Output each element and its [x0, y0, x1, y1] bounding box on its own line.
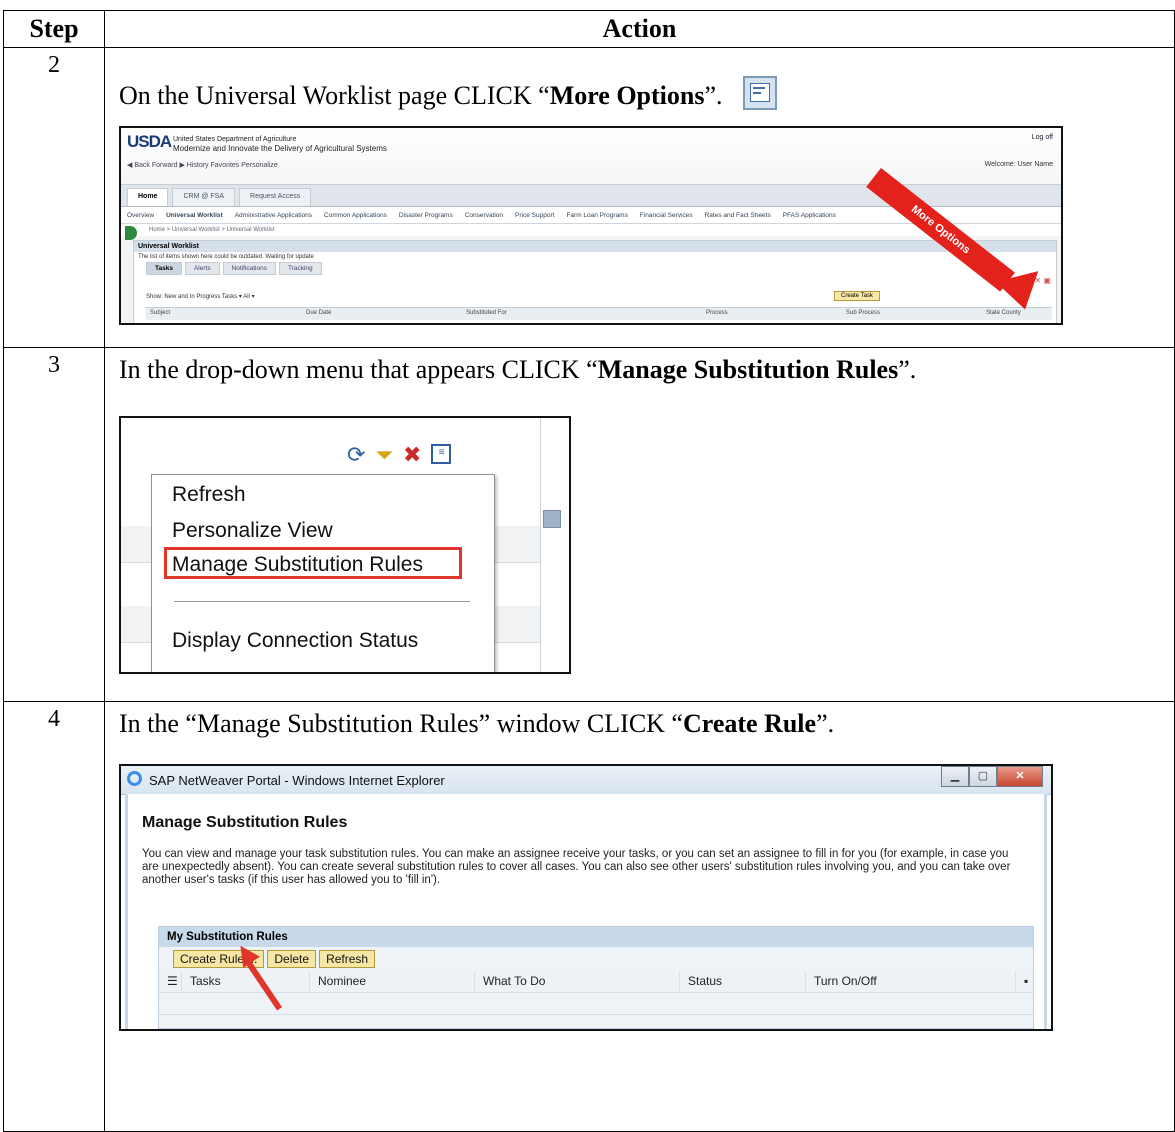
dropdown-menu-screenshot: ⟳ ⏷ ✖ ≡ Refresh Personalize View Manage …: [119, 416, 571, 674]
menu-item-refresh[interactable]: Refresh: [172, 483, 246, 507]
subnav-item[interactable]: Financial Services: [640, 212, 693, 219]
universal-worklist-panel: Universal Worklist The list of items sho…: [133, 240, 1057, 323]
panel-title: My Substitution Rules: [159, 927, 1033, 947]
browser-nav[interactable]: ◀ Back Forward ▶ History Favorites Perso…: [127, 161, 278, 169]
subnav-item[interactable]: PFAS Applications: [783, 212, 836, 219]
internet-explorer-icon: [127, 771, 142, 786]
manage-rules-window-screenshot: SAP NetWeaver Portal - Windows Internet …: [119, 764, 1053, 1031]
worklist-columns: Subject Due Date Substituted For Process…: [146, 307, 1052, 320]
portal-header: USDA United States Department of Agricul…: [121, 128, 1061, 185]
show-filter[interactable]: Show: New and In Progress Tasks ▾ All ▾: [146, 293, 255, 300]
table-row[interactable]: [159, 1015, 1033, 1029]
universal-worklist-screenshot: USDA United States Department of Agricul…: [119, 126, 1063, 325]
refresh-icon[interactable]: ⟳: [347, 444, 365, 466]
more-options-icon: [743, 76, 778, 110]
clear-filter-icon[interactable]: ✖: [403, 444, 421, 466]
step-number: 3: [3, 347, 105, 702]
column-settings-icon[interactable]: [543, 510, 561, 528]
create-task-button[interactable]: Create Task: [834, 291, 880, 301]
bold-target: More Options: [549, 81, 705, 110]
tab-request-access[interactable]: Request Access: [239, 188, 312, 206]
tab-notifications[interactable]: Notifications: [222, 262, 276, 275]
header-row: Step Action: [3, 10, 1175, 48]
action-header: Action: [104, 10, 1175, 48]
column-header: What To Do: [474, 971, 545, 992]
step-row-3: 3 In the drop-down menu that appears CLI…: [3, 347, 1175, 702]
minimize-icon[interactable]: ▁: [941, 766, 969, 787]
subnav-item[interactable]: Farm Loan Programs: [566, 212, 627, 219]
column-header: Substituted For: [466, 310, 507, 316]
menu-item-personalize-view[interactable]: Personalize View: [172, 519, 333, 543]
welcome-text: Welcome: User Name: [984, 161, 1053, 168]
instruction: In the “Manage Substitution Rules” windo…: [119, 709, 835, 738]
bold-target: Manage Substitution Rules: [597, 355, 899, 384]
table-header-row: ☰ Tasks Nominee What To Do Status Turn O…: [159, 971, 1033, 993]
tab-home[interactable]: Home: [127, 188, 169, 206]
close-icon[interactable]: ✕: [997, 766, 1043, 787]
subnav-item[interactable]: Administrative Applications: [235, 212, 312, 219]
step-number: 4: [3, 701, 105, 1132]
column-header: Turn On/Off: [805, 971, 877, 992]
tab-tracking[interactable]: Tracking: [278, 262, 322, 275]
dialog-body: Manage Substitution Rules You can view a…: [125, 794, 1047, 1029]
window-titlebar: SAP NetWeaver Portal - Windows Internet …: [121, 766, 1051, 795]
menu-separator: [174, 601, 470, 602]
navigation-toggle-icon[interactable]: [125, 226, 137, 240]
window-controls: ▁ ▢ ✕: [941, 766, 1043, 787]
rules-table: ☰ Tasks Nominee What To Do Status Turn O…: [159, 971, 1033, 1028]
subnav-item[interactable]: Universal Worklist: [166, 212, 223, 219]
options-menu: Refresh Personalize View Manage Substitu…: [151, 474, 495, 672]
subnav-item[interactable]: Common Applications: [324, 212, 387, 219]
subnav-item[interactable]: Rates and Fact Sheets: [705, 212, 771, 219]
action-cell: In the “Manage Substitution Rules” windo…: [104, 701, 1175, 1132]
table-settings-icon[interactable]: ☰: [159, 971, 181, 992]
column-settings-icon[interactable]: ▪: [1015, 971, 1034, 992]
column-header: Nominee: [309, 971, 366, 992]
column-header: Process: [706, 310, 728, 316]
refresh-button[interactable]: Refresh: [319, 950, 376, 968]
column-header: Tasks: [181, 971, 221, 992]
maximize-icon[interactable]: ▢: [969, 766, 997, 787]
rules-toolbar: Create Rule ... Delete Refresh: [173, 950, 376, 968]
divider: [540, 418, 541, 672]
usda-logo: USDA: [127, 132, 172, 151]
step-number: 2: [3, 47, 105, 348]
worklist-tabs: Tasks Alerts Notifications Tracking: [134, 262, 1056, 275]
panel-title: Universal Worklist: [134, 241, 1056, 252]
column-header: Due Date: [306, 310, 332, 316]
action-cell: In the drop-down menu that appears CLICK…: [104, 347, 1175, 702]
log-off-link[interactable]: Log off: [1032, 134, 1053, 141]
tab-tasks[interactable]: Tasks: [146, 262, 182, 275]
menu-item-display-connection-status[interactable]: Display Connection Status: [172, 629, 418, 653]
column-header: Status: [679, 971, 722, 992]
update-message: The list of items shown here could be ou…: [138, 254, 314, 260]
toolbar-icons: ⟳ ⏷ ✖ ≡: [347, 444, 452, 466]
window-title: SAP NetWeaver Portal - Windows Internet …: [149, 773, 445, 788]
step-row-2: 2 On the Universal Worklist page CLICK “…: [3, 47, 1175, 348]
procedure-table: Step Action 2 On the Universal Worklist …: [3, 10, 1175, 1132]
subnav-item[interactable]: Overview: [127, 212, 154, 219]
department-name: United States Department of Agriculture M…: [173, 136, 387, 153]
table-row[interactable]: [159, 993, 1033, 1015]
delete-button[interactable]: Delete: [267, 950, 317, 968]
substitution-rules-panel: My Substitution Rules Create Rule ... De…: [158, 926, 1034, 1029]
subnav-item[interactable]: Price Support: [515, 212, 554, 219]
action-cell: On the Universal Worklist page CLICK “Mo…: [104, 47, 1175, 348]
instruction: In the drop-down menu that appears CLICK…: [119, 355, 917, 384]
description: You can view and manage your task substi…: [142, 848, 1011, 886]
tab-crm-fsa[interactable]: CRM @ FSA: [172, 188, 236, 206]
step-row-4: 4 In the “Manage Substitution Rules” win…: [3, 701, 1175, 1132]
column-header: Sub Process: [846, 310, 881, 316]
step-header: Step: [3, 10, 105, 48]
menu-item-manage-substitution-rules[interactable]: Manage Substitution Rules: [172, 553, 423, 577]
more-options-icon[interactable]: ≡: [431, 444, 452, 464]
bold-target: Create Rule: [682, 709, 817, 738]
instruction: On the Universal Worklist page CLICK “Mo…: [119, 76, 1174, 112]
filter-icon[interactable]: ⏷: [375, 444, 393, 466]
subnav-item[interactable]: Conservation: [465, 212, 503, 219]
subnav-item[interactable]: Disaster Programs: [399, 212, 453, 219]
column-header: Subject: [150, 310, 171, 316]
page-title: Manage Substitution Rules: [142, 814, 348, 831]
tab-alerts[interactable]: Alerts: [184, 262, 220, 275]
